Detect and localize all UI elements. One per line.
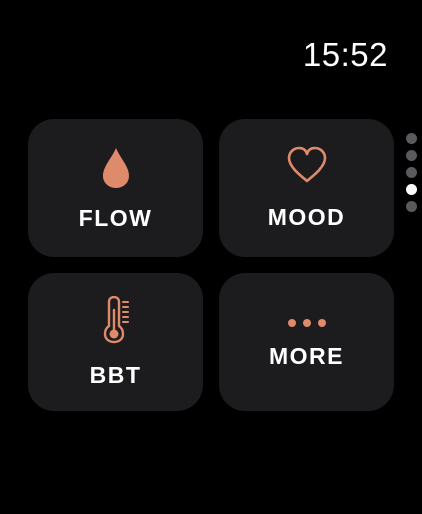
bbt-label: BBT bbox=[89, 362, 142, 388]
more-label: MORE bbox=[269, 343, 344, 369]
mood-label: MOOD bbox=[267, 204, 346, 230]
drop-icon bbox=[101, 147, 131, 194]
page-dot[interactable] bbox=[406, 133, 417, 144]
page-dot[interactable] bbox=[406, 150, 417, 161]
flow-label: FLOW bbox=[78, 205, 153, 231]
page-indicator[interactable] bbox=[406, 133, 418, 218]
heart-icon bbox=[286, 146, 328, 189]
page-dot-active[interactable] bbox=[406, 184, 417, 195]
mood-tile-button[interactable]: MOOD bbox=[219, 119, 394, 257]
more-tile-button[interactable]: MORE bbox=[219, 273, 394, 411]
flow-tile-button[interactable]: FLOW bbox=[28, 119, 203, 257]
page-dot[interactable] bbox=[406, 167, 417, 178]
page-dot[interactable] bbox=[406, 201, 417, 212]
thermometer-icon bbox=[101, 295, 131, 349]
clock-time: 15:52 bbox=[302, 36, 388, 73]
bbt-tile-button[interactable]: BBT bbox=[28, 273, 203, 411]
tile-grid: FLOW MOOD BBT MORE bbox=[28, 119, 394, 411]
more-dots-icon bbox=[287, 315, 327, 333]
